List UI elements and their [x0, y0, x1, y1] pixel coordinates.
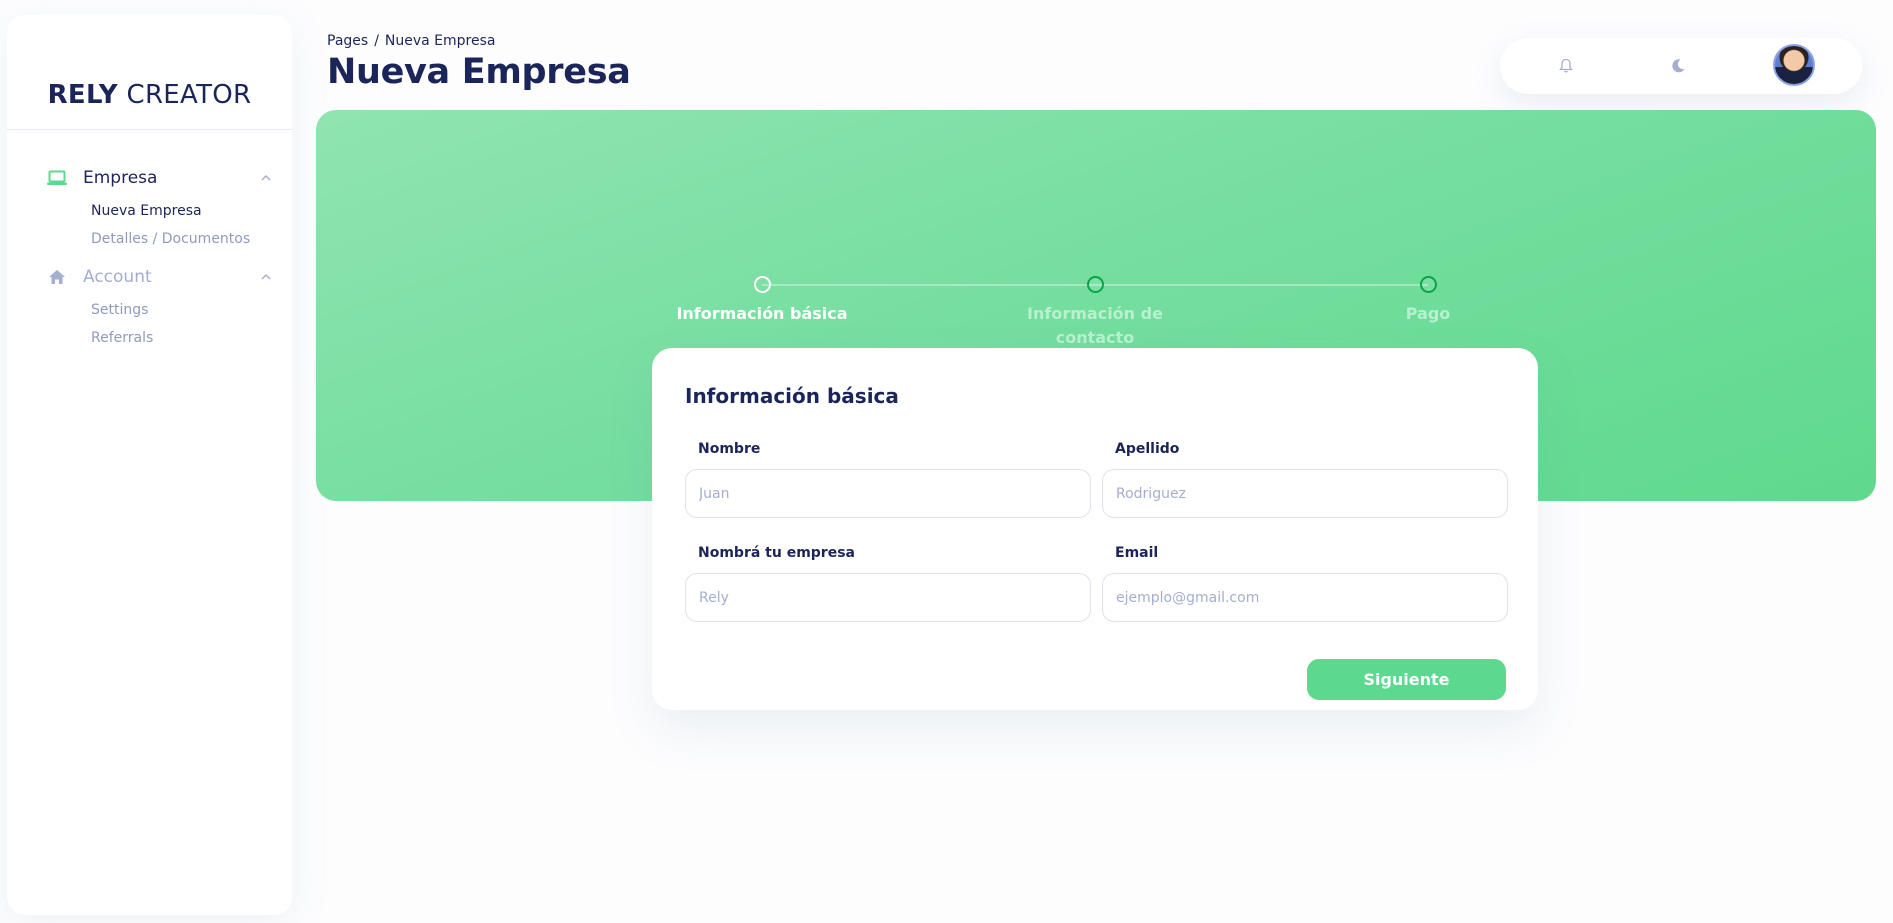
field-label: Nombre: [698, 441, 761, 457]
nav-head-empresa[interactable]: Empresa: [47, 165, 272, 191]
breadcrumb: Pages / Nueva Empresa: [327, 33, 495, 49]
user-avatar[interactable]: [1773, 44, 1815, 86]
step-pago[interactable]: Pago: [1338, 276, 1518, 326]
chevron-up-icon: [260, 271, 272, 283]
step-label: Información de contacto: [1027, 304, 1163, 347]
nav-group-account: Account Settings Referrals: [47, 264, 272, 352]
breadcrumb-separator: /: [374, 33, 379, 49]
email-input[interactable]: [1102, 573, 1508, 622]
nav-head-account[interactable]: Account: [47, 264, 272, 290]
nav-item-referrals[interactable]: Referrals: [91, 324, 272, 352]
bell-icon[interactable]: [1555, 55, 1577, 77]
nav-item-settings[interactable]: Settings: [91, 296, 272, 324]
field-email: Email: [1102, 545, 1508, 622]
step-dot: [753, 276, 771, 293]
nav-item-nueva-empresa[interactable]: Nueva Empresa: [91, 197, 272, 225]
page-title: Nueva Empresa: [327, 52, 631, 92]
moon-icon[interactable]: [1667, 55, 1689, 77]
nav-group-empresa: Empresa Nueva Empresa Detalles / Documen…: [47, 165, 272, 253]
field-empresa: Nombrá tu empresa: [685, 545, 1091, 622]
field-label: Email: [1115, 545, 1159, 561]
step-informacion-contacto[interactable]: Información de contacto: [1005, 276, 1185, 350]
step-dot: [1086, 276, 1104, 293]
nombre-input[interactable]: [685, 469, 1091, 518]
brand-light: CREATOR: [126, 80, 252, 110]
step-label: Información básica: [676, 304, 848, 323]
field-label: Nombrá tu empresa: [698, 545, 855, 561]
breadcrumb-pages[interactable]: Pages: [327, 33, 368, 49]
field-label: Apellido: [1115, 441, 1180, 457]
brand-divider: [7, 129, 292, 130]
field-apellido: Apellido: [1102, 441, 1508, 518]
empresa-input[interactable]: [685, 573, 1091, 622]
form-card: Información básica Nombre Apellido Nombr…: [652, 348, 1538, 710]
nav-sub-account: Settings Referrals: [91, 296, 272, 352]
step-dot: [1419, 276, 1437, 293]
sidebar: RELY CREATOR Empresa Nueva Empresa Detal…: [7, 15, 292, 915]
laptop-icon: [47, 168, 67, 188]
step-label: Pago: [1405, 304, 1451, 323]
apellido-input[interactable]: [1102, 469, 1508, 518]
form-title: Información básica: [685, 384, 899, 408]
step-informacion-basica[interactable]: Información básica: [672, 276, 852, 326]
breadcrumb-current: Nueva Empresa: [384, 33, 496, 49]
brand-bold: RELY: [47, 80, 118, 110]
chevron-up-icon: [260, 172, 272, 184]
field-nombre: Nombre: [685, 441, 1091, 518]
siguiente-button[interactable]: Siguiente: [1307, 659, 1506, 700]
brand-logo[interactable]: RELY CREATOR: [7, 80, 292, 110]
nav-sub-empresa: Nueva Empresa Detalles / Documentos: [91, 197, 272, 253]
topbar: [1500, 38, 1862, 94]
nav-label-account: Account: [83, 267, 152, 287]
home-icon: [47, 267, 67, 287]
nav-label-empresa: Empresa: [83, 168, 158, 188]
nav-item-detalles-documentos[interactable]: Detalles / Documentos: [91, 225, 272, 253]
